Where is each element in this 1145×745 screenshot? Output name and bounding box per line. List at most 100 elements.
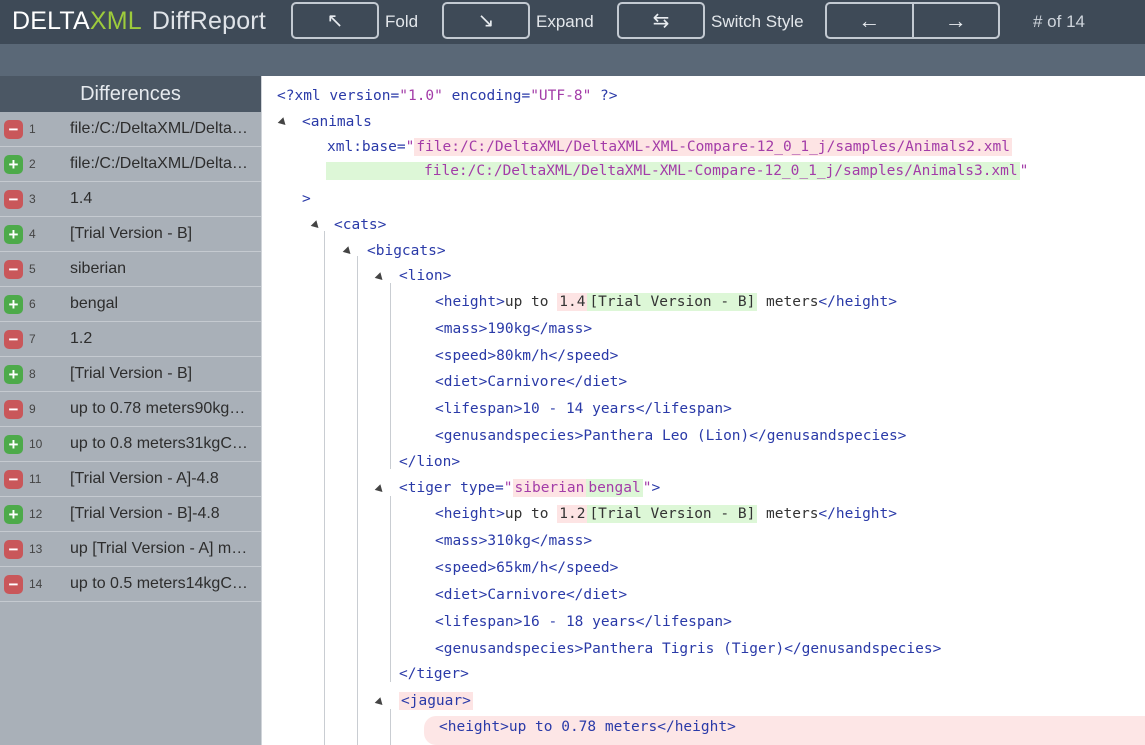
diff-number: 10 (29, 437, 43, 451)
addition-icon: + (4, 224, 23, 244)
indent-guide (390, 283, 391, 469)
diff-text: [Trial Version - B] (70, 365, 193, 382)
xml-bigcats-open: <bigcats> (367, 243, 446, 259)
diff-list-item[interactable]: −9 up to 0.78 meters90kgCarnivore (0, 392, 261, 427)
indent-guide (324, 231, 325, 745)
collapse-tiger-toggle[interactable] (374, 484, 386, 495)
diff-number: 2 (29, 157, 36, 171)
diff-counter: # of 14 (1033, 12, 1085, 31)
xml-tiger-open: <tiger type=" siberian bengal "> (399, 479, 661, 497)
addition-icon: + (4, 294, 23, 314)
indent-guide (357, 256, 358, 745)
diff-text: bengal (70, 295, 119, 312)
xml-base-inserted-line: file:/C:/DeltaXML/DeltaXML-XML-Compare-1… (326, 162, 1028, 180)
diff-number: 1 (29, 122, 36, 136)
addition-icon: + (4, 504, 23, 524)
diff-list-item[interactable]: −1 file:/C:/DeltaXML/DeltaXML-XML-Compare… (0, 112, 261, 147)
xml-base-attribute: xml:base=" file:/C:/DeltaXML/DeltaXML-XML… (327, 138, 1012, 156)
switch-style-button[interactable]: ⇆ (617, 2, 705, 39)
deletion-icon: − (4, 399, 23, 419)
diff-list-item[interactable]: −5 siberian (0, 252, 261, 287)
diff-number: 7 (29, 332, 36, 346)
diff-list-item[interactable]: −14 up to 0.5 meters14kgCarnivore (0, 567, 261, 602)
diff-list-item[interactable]: +4 [Trial Version - B] (0, 217, 261, 252)
diff-navigation: ← → (825, 2, 1000, 39)
tiger-type-inserted: bengal (586, 479, 643, 497)
arrow-up-left-icon: ↖ (326, 10, 344, 32)
addition-icon: + (4, 364, 23, 384)
jaguar-height-line: <height>up to 0.78 meters</height> (439, 719, 736, 735)
differences-header: Differences (0, 76, 261, 112)
diff-list-item[interactable]: +2 file:/C:/DeltaXML/DeltaXML-XML-Compare… (0, 147, 261, 182)
diff-text: file:/C:/DeltaXML/DeltaXML-XML-Compare-1… (70, 120, 256, 137)
tiger-height-inserted: [Trial Version - B] (587, 505, 758, 523)
app-logo: DELTAXML DiffReport (12, 7, 266, 36)
collapse-cats-toggle[interactable] (310, 220, 322, 231)
next-diff-button[interactable]: → (911, 4, 999, 37)
deletion-icon: − (4, 189, 23, 209)
fold-button[interactable]: ↖ (291, 2, 379, 39)
diff-list-item[interactable]: +8 [Trial Version - B] (0, 357, 261, 392)
xml-animals-gt: > (302, 191, 311, 207)
diff-number: 11 (29, 472, 42, 486)
diff-text: [Trial Version - A]-4.8 (70, 470, 219, 487)
tiger-height-deleted: 1.2 (557, 505, 588, 523)
expand-button[interactable]: ↘ (442, 2, 530, 39)
deletion-icon: − (4, 469, 23, 489)
arrow-down-right-icon: ↘ (477, 10, 495, 32)
swap-arrows-icon: ⇆ (652, 10, 670, 32)
collapse-bigcats-toggle[interactable] (342, 246, 354, 257)
diff-list-item[interactable]: −11 [Trial Version - A]-4.8 (0, 462, 261, 497)
deletion-icon: − (4, 574, 23, 594)
xml-animals-open: <animals (302, 114, 372, 130)
differences-list: − 1 file:/C:/DeltaXML/DeltaXML-XML-Compare… (0, 112, 261, 602)
diff-number: 13 (29, 542, 43, 556)
diff-number: 5 (29, 262, 36, 276)
diff-list-item[interactable]: −13 up [Trial Version - A] meters (0, 532, 261, 567)
lion-diet-line: <diet>Carnivore</diet> (435, 374, 628, 390)
xml-declaration: <?xml version="1.0" encoding="UTF-8" ?> (277, 88, 618, 104)
xml-cats-open: <cats> (334, 217, 387, 233)
arrow-left-icon: ← (858, 7, 881, 33)
addition-icon: + (4, 154, 23, 174)
xml-lion-open: <lion> (399, 268, 452, 284)
diff-text: up to 0.5 meters14kgCarnivore (70, 575, 256, 592)
tiger-speed-line: <speed>65km/h</speed> (435, 560, 619, 576)
diff-list-item[interactable]: −7 1.2 (0, 322, 261, 357)
diff-text: file:/C:/DeltaXML/DeltaXML-XML-Compare-1… (70, 155, 256, 172)
fold-label: Fold (385, 12, 419, 31)
xml-base-deleted-value: file:/C:/DeltaXML/DeltaXML-XML-Compare-1… (414, 138, 1012, 156)
diff-list-item[interactable]: +12 [Trial Version - B]-4.8 (0, 497, 261, 532)
diff-text: up [Trial Version - A] meters (70, 540, 256, 557)
diff-text: 1.2 (70, 330, 93, 347)
diff-text: [Trial Version - B] (70, 225, 193, 242)
diff-number: 3 (29, 192, 36, 206)
diff-list-item[interactable]: −3 1.4 (0, 182, 261, 217)
diff-list-item[interactable]: +6 bengal (0, 287, 261, 322)
diff-list-item[interactable]: +10 up to 0.8 meters31kgCarnivore (0, 427, 261, 462)
deletion-icon: − (4, 539, 23, 559)
differences-sidebar: Differences − 1 file:/C:/DeltaXML/DeltaXML… (0, 76, 261, 745)
lion-height-deleted: 1.4 (557, 293, 588, 311)
xml-base-inserted-value: file:/C:/DeltaXML/DeltaXML-XML-Compare-1… (326, 162, 1020, 180)
lion-mass-line: <mass>190kg</mass> (435, 321, 593, 337)
diff-number: 12 (29, 507, 43, 521)
sub-toolbar (0, 44, 1145, 76)
xml-diff-view: <?xml version="1.0" encoding="UTF-8" ?> … (261, 76, 1145, 745)
diff-text: [Trial Version - B]-4.8 (70, 505, 220, 522)
expand-label: Expand (536, 12, 594, 31)
diff-number: 14 (29, 577, 43, 591)
tiger-height-line: <height>up to 1.2 [Trial Version - B] met… (435, 505, 897, 523)
switch-style-label: Switch Style (711, 12, 804, 31)
diff-number: 9 (29, 402, 36, 416)
previous-diff-button[interactable]: ← (827, 4, 912, 37)
indent-guide (390, 496, 391, 682)
collapse-animals-toggle[interactable] (277, 117, 289, 128)
diff-text: siberian (70, 260, 127, 277)
arrow-right-icon: → (944, 7, 967, 33)
diff-text: 1.4 (70, 190, 93, 207)
collapse-lion-toggle[interactable] (374, 272, 386, 283)
collapse-jaguar-toggle[interactable] (374, 697, 386, 708)
diff-text: up to 0.8 meters31kgCarnivore (70, 435, 256, 452)
lion-height-inserted: [Trial Version - B] (587, 293, 758, 311)
